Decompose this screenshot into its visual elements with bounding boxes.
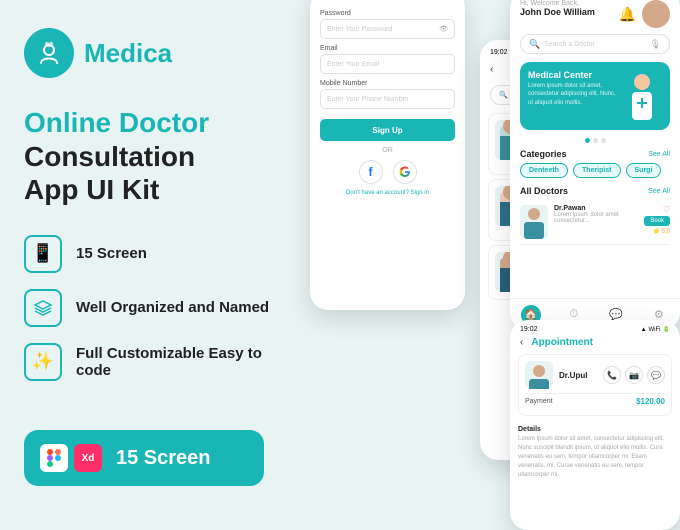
- small-rating: ⭐ 5.0: [653, 228, 670, 235]
- user-avatar: [642, 0, 670, 28]
- category-denteeth[interactable]: Denteeth: [520, 163, 568, 178]
- feature-customizable-label: Full Customizable Easy to code: [76, 345, 276, 379]
- all-doctors-section: Dr.Pawan Lorem ipsum dolor amet consecte…: [510, 200, 680, 245]
- phone1-signup: Password Enter Your Password 👁 Email Ent…: [310, 0, 465, 310]
- phone4-appointment: 19:02 ▲WiFi🔋 ‹ Appointment Dr.Upul 📞: [510, 320, 680, 530]
- greeting-text: Hi, Welcome Back,: [520, 0, 595, 7]
- payment-label: Payment: [525, 398, 553, 405]
- figma-icon: [40, 444, 68, 472]
- phone3-header: Hi, Welcome Back, John Doe William 🔔: [510, 0, 680, 34]
- title-line1: Online Doctor: [24, 106, 276, 140]
- email-label: Email: [320, 45, 455, 52]
- alldoctors-see-all[interactable]: See All: [648, 188, 670, 195]
- dot-3[interactable]: [601, 138, 606, 143]
- payment-amount: $120.00: [636, 397, 665, 406]
- details-text: Lorem ipsum dolor sit amet, consectetur …: [518, 435, 672, 480]
- feature-screens: 📱 15 Screen: [24, 235, 276, 273]
- badge-icons: Xd: [40, 444, 102, 472]
- small-favorite-icon[interactable]: ♡: [663, 205, 670, 214]
- facebook-button[interactable]: f: [359, 160, 383, 184]
- categories-title: Categories: [520, 149, 567, 159]
- alldoctors-title: All Doctors: [520, 186, 568, 196]
- dot-1[interactable]: [585, 138, 590, 143]
- appt-video-icon[interactable]: 📷: [625, 366, 643, 384]
- password-label: Password: [320, 10, 455, 17]
- phone4-header: ‹ Appointment: [510, 335, 680, 354]
- appt-action-icons: 📞 📷 💬: [603, 366, 665, 384]
- appt-back-button[interactable]: ‹: [520, 337, 523, 348]
- signup-button[interactable]: Sign Up: [320, 119, 455, 141]
- appt-chat-icon[interactable]: 💬: [647, 366, 665, 384]
- feature-organized: Well Organized and Named: [24, 289, 276, 327]
- small-doctor-info-1: Dr.Pawan Lorem ipsum dolor amet consecte…: [554, 205, 638, 224]
- logo-icon: [24, 28, 74, 78]
- alldoctors-section-header: All Doctors See All: [510, 186, 680, 200]
- title-line2: Consultation: [24, 140, 276, 174]
- social-buttons: f: [320, 160, 455, 184]
- wand-icon: ✨: [24, 343, 62, 381]
- appointment-card: Dr.Upul 📞 📷 💬 Payment $120.00: [518, 354, 672, 416]
- banner-dots: [510, 138, 680, 143]
- user-name: John Doe William: [520, 7, 595, 17]
- left-panel: Medica Online Doctor Consultation App UI…: [0, 0, 300, 514]
- or-divider: OR: [320, 147, 455, 154]
- banner-title: Medical Center: [528, 70, 616, 80]
- back-button[interactable]: ‹: [490, 64, 493, 75]
- google-button[interactable]: [393, 160, 417, 184]
- appt-status-time: 19:02: [520, 326, 538, 333]
- phone-label: Mobile Number: [320, 80, 455, 87]
- appt-screen-title: Appointment: [531, 337, 593, 348]
- categories-see-all[interactable]: See All: [648, 151, 670, 158]
- appt-doctor-avatar: [525, 361, 553, 389]
- details-title: Details: [518, 426, 672, 433]
- phone4-status-bar: 19:02 ▲WiFi🔋: [510, 320, 680, 335]
- phone3-search[interactable]: 🔍 Search a Doctor 🎙: [520, 34, 670, 54]
- categories-section-header: Categories See All: [510, 149, 680, 163]
- appt-doctor-name: Dr.Upul: [559, 371, 587, 380]
- phone-screens: Password Enter Your Password 👁 Email Ent…: [290, 0, 680, 514]
- layers-icon: [24, 289, 62, 327]
- feature-screens-label: 15 Screen: [76, 245, 147, 262]
- phone3-user-info: Hi, Welcome Back, John Doe William: [520, 0, 595, 17]
- appt-phone-icon[interactable]: 📞: [603, 366, 621, 384]
- notification-icon[interactable]: 🔔: [619, 6, 636, 23]
- phone-input[interactable]: Enter Your Phone Number: [320, 89, 455, 109]
- small-doctor-desc-1: Lorem ipsum dolor amet consectetur...: [554, 212, 638, 224]
- small-book-btn[interactable]: Book: [644, 216, 670, 226]
- small-doctor-card-1: Dr.Pawan Lorem ipsum dolor amet consecte…: [520, 200, 670, 245]
- dot-2[interactable]: [593, 138, 598, 143]
- payment-row: Payment $120.00: [525, 393, 665, 409]
- banner-desc: Lorem ipsum dolor sit amet, consectetur …: [528, 82, 616, 107]
- feature-organized-label: Well Organized and Named: [76, 299, 269, 316]
- banner-doctor-image: [622, 70, 662, 122]
- features-list: 📱 15 Screen Well Organized and Named ✨ F…: [24, 235, 276, 381]
- badge-label: 15 Screen: [116, 447, 211, 470]
- password-input[interactable]: Enter Your Password 👁: [320, 19, 455, 39]
- main-title: Online Doctor Consultation App UI Kit: [24, 106, 276, 207]
- banner-content: Medical Center Lorem ipsum dolor sit ame…: [528, 70, 616, 122]
- signin-prompt: Don't have an account? Sign in: [320, 190, 455, 196]
- appt-status-signals: ▲WiFi🔋: [641, 326, 670, 333]
- phone3-home: Hi, Welcome Back, John Doe William 🔔 🔍 S…: [510, 0, 680, 330]
- category-surgi[interactable]: Surgi: [626, 163, 662, 178]
- medical-center-banner: Medical Center Lorem ipsum dolor sit ame…: [520, 62, 670, 130]
- small-doctor-avatar-1: [520, 205, 548, 239]
- phone-icon: 📱: [24, 235, 62, 273]
- logo-area: Medica: [24, 28, 276, 78]
- bottom-badge: Xd 15 Screen: [24, 430, 264, 486]
- app-name: Medica: [84, 38, 172, 69]
- xd-icon: Xd: [74, 444, 102, 472]
- email-input[interactable]: Enter Your Email: [320, 54, 455, 74]
- category-theripist[interactable]: Theripist: [573, 163, 621, 178]
- categories-list: Denteeth Theripist Surgi: [510, 163, 680, 186]
- feature-customizable: ✨ Full Customizable Easy to code: [24, 343, 276, 381]
- appt-doctor-row: Dr.Upul 📞 📷 💬: [525, 361, 665, 389]
- details-section: Details Lorem ipsum dolor sit amet, cons…: [510, 422, 680, 484]
- small-doctor-name-1: Dr.Pawan: [554, 205, 638, 212]
- status-time: 19:02: [490, 49, 508, 56]
- title-line3: App UI Kit: [24, 173, 276, 207]
